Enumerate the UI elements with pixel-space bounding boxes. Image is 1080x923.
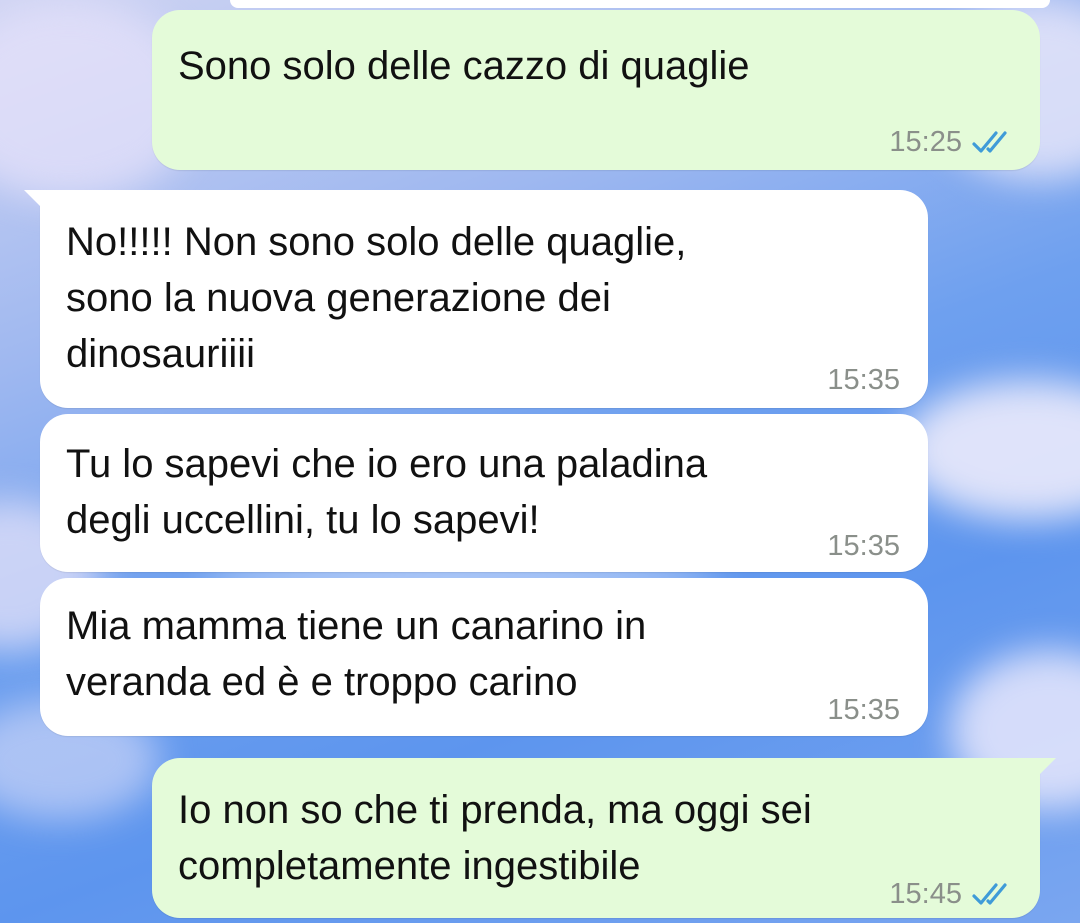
message-time: 15:25	[889, 126, 962, 158]
message-meta: 15:25	[889, 114, 1016, 170]
message-time: 15:45	[889, 878, 962, 910]
outgoing-message-bubble[interactable]: Io non so che ti prenda, ma oggi sei com…	[152, 758, 1056, 918]
read-double-check-icon	[972, 131, 1007, 153]
message-text: Tu lo sapevi che io ero una paladina deg…	[66, 442, 708, 542]
read-double-check-icon	[972, 883, 1007, 905]
message-time: 15:35	[827, 364, 900, 396]
outgoing-message-bubble[interactable]: Sono solo delle cazzo di quaglie 15:25	[152, 10, 1040, 170]
message-meta: 15:35	[827, 682, 900, 738]
message-meta: 15:35	[827, 518, 900, 574]
bubble-tail	[24, 190, 50, 216]
incoming-message-bubble[interactable]: Tu lo sapevi che io ero una paladina deg…	[40, 414, 928, 572]
message-text: No!!!!! Non sono solo delle quaglie, son…	[66, 220, 687, 376]
message-time: 15:35	[827, 530, 900, 562]
message-meta: 15:35	[827, 352, 900, 408]
incoming-message-bubble[interactable]: Mia mamma tiene un canarino in veranda e…	[40, 578, 928, 736]
message-text: Io non so che ti prenda, ma oggi sei com…	[178, 788, 812, 888]
chat-message-list[interactable]: Sono solo delle cazzo di quaglie 15:25 N…	[0, 0, 1080, 923]
message-text: Mia mamma tiene un canarino in veranda e…	[66, 604, 647, 704]
bubble-tail	[1030, 758, 1056, 784]
incoming-message-bubble[interactable]: No!!!!! Non sono solo delle quaglie, son…	[24, 190, 928, 408]
message-time: 15:35	[827, 694, 900, 726]
message-text: Sono solo delle cazzo di quaglie	[178, 44, 750, 88]
message-meta: 15:45	[889, 866, 1016, 922]
previous-message-bubble-edge	[230, 0, 1050, 8]
